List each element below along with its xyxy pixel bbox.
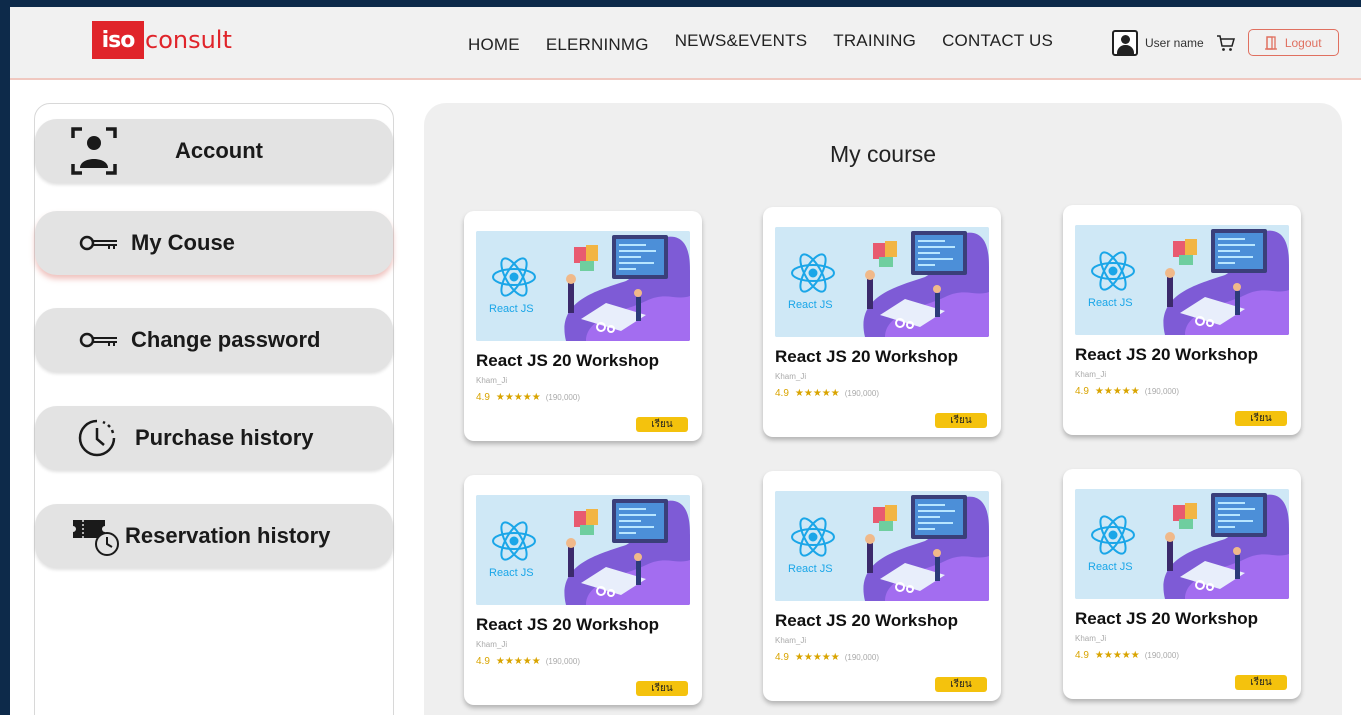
logo-text: consult <box>145 26 232 54</box>
rating-count: (190,000) <box>844 653 879 662</box>
rating-value: 4.9 <box>476 392 490 403</box>
course-title: React JS 20 Workshop <box>1075 345 1258 364</box>
course-author: Kham_Ji <box>476 640 508 649</box>
top-header: iso consult HOME ELERNINMG NEWS&EVENTS T… <box>10 7 1361 80</box>
course-rating: 4.9 ★★★★★ (190,000) <box>775 388 879 399</box>
course-title: React JS 20 Workshop <box>1075 609 1258 628</box>
key-icon <box>79 332 117 348</box>
rating-stars: ★★★★★ <box>1094 386 1140 397</box>
course-author: Kham_Ji <box>775 636 807 645</box>
ticket-clock-icon <box>71 520 119 556</box>
sidebar-item-my-course[interactable]: My Couse <box>35 211 393 275</box>
rating-stars: ★★★★★ <box>794 388 840 399</box>
rating-stars: ★★★★★ <box>794 652 840 663</box>
clock-icon <box>78 419 116 457</box>
nav-elearning[interactable]: ELERNINMG <box>546 35 649 55</box>
rating-count: (190,000) <box>545 657 580 666</box>
course-card[interactable]: React JS React JS 20 Workshop Kham_Ji 4.… <box>1063 469 1301 699</box>
account-sidebar: Account My Couse Change password Purchas… <box>34 103 394 715</box>
course-author: Kham_Ji <box>1075 634 1107 643</box>
course-author: Kham_Ji <box>476 376 508 385</box>
logout-label: Logout <box>1284 35 1322 50</box>
course-thumbnail: React JS <box>476 231 690 341</box>
sidebar-item-label: My Couse <box>131 230 235 255</box>
iso-consult-logo[interactable]: iso consult <box>92 21 232 59</box>
thumb-label: React JS <box>788 299 833 311</box>
my-course-panel: My course React JS React JS 20 Workshop … <box>424 103 1342 715</box>
main-nav: HOME ELERNINMG NEWS&EVENTS TRAINING CONT… <box>468 31 1079 55</box>
account-icon <box>71 127 117 175</box>
course-card[interactable]: React JS React JS 20 Workshop Kham_Ji 4.… <box>464 475 702 705</box>
rating-count: (190,000) <box>545 393 580 402</box>
rating-stars: ★★★★★ <box>495 656 541 667</box>
thumb-label: React JS <box>788 563 833 575</box>
sidebar-item-reservation-history[interactable]: Reservation history <box>35 504 393 568</box>
sidebar-item-label: Reservation history <box>125 523 331 548</box>
course-thumbnail: React JS <box>775 227 989 337</box>
sidebar-item-label: Change password <box>131 327 321 352</box>
study-button[interactable]: เรียน <box>636 417 688 432</box>
study-button[interactable]: เรียน <box>935 677 987 692</box>
rating-value: 4.9 <box>775 652 789 663</box>
rating-stars: ★★★★★ <box>495 392 541 403</box>
rating-value: 4.9 <box>775 388 789 399</box>
study-button[interactable]: เรียน <box>1235 411 1287 426</box>
course-card[interactable]: React JS React JS 20 Workshop Kham_Ji 4.… <box>1063 205 1301 435</box>
rating-value: 4.9 <box>1075 386 1089 397</box>
study-button[interactable]: เรียน <box>1235 675 1287 690</box>
sidebar-item-change-password[interactable]: Change password <box>35 308 393 372</box>
sidebar-item-account[interactable]: Account <box>35 119 393 183</box>
rating-count: (190,000) <box>1144 651 1179 660</box>
course-card[interactable]: React JS React JS 20 Workshop Kham_Ji 4.… <box>763 207 1001 437</box>
sidebar-item-label: Purchase history <box>135 425 314 450</box>
course-thumbnail: React JS <box>1075 489 1289 599</box>
course-author: Kham_Ji <box>775 372 807 381</box>
nav-contact-us[interactable]: CONTACT US <box>942 31 1053 55</box>
logo-mark: iso <box>92 21 144 59</box>
rating-value: 4.9 <box>1075 650 1089 661</box>
user-area: User name Logout <box>1112 29 1339 56</box>
course-thumbnail: React JS <box>775 491 989 601</box>
rating-stars: ★★★★★ <box>1094 650 1140 661</box>
app-frame: iso consult HOME ELERNINMG NEWS&EVENTS T… <box>10 7 1361 715</box>
nav-home[interactable]: HOME <box>468 35 520 55</box>
course-title: React JS 20 Workshop <box>775 347 958 366</box>
thumb-label: React JS <box>489 303 534 315</box>
nav-news-events[interactable]: NEWS&EVENTS <box>675 31 808 55</box>
page-title: My course <box>829 141 937 167</box>
course-title: React JS 20 Workshop <box>476 351 659 370</box>
sidebar-item-label: Account <box>175 138 263 163</box>
study-button[interactable]: เรียน <box>935 413 987 428</box>
course-thumbnail: React JS <box>1075 225 1289 335</box>
key-icon <box>79 235 117 251</box>
course-title: React JS 20 Workshop <box>775 611 958 630</box>
user-name[interactable]: User name <box>1145 36 1204 50</box>
thumb-label: React JS <box>1088 297 1133 309</box>
course-title: React JS 20 Workshop <box>476 615 659 634</box>
user-avatar-icon[interactable] <box>1112 29 1138 56</box>
course-card[interactable]: React JS React JS 20 Workshop Kham_Ji 4.… <box>464 211 702 441</box>
thumb-label: React JS <box>489 567 534 579</box>
course-rating: 4.9 ★★★★★ (190,000) <box>476 656 580 667</box>
rating-count: (190,000) <box>1144 387 1179 396</box>
course-card[interactable]: React JS React JS 20 Workshop Kham_Ji 4.… <box>763 471 1001 701</box>
rating-count: (190,000) <box>844 389 879 398</box>
course-rating: 4.9 ★★★★★ (190,000) <box>1075 650 1179 661</box>
logout-button[interactable]: Logout <box>1247 29 1339 56</box>
nav-training[interactable]: TRAINING <box>833 31 916 55</box>
rating-value: 4.9 <box>476 656 490 667</box>
door-icon <box>1264 35 1277 50</box>
thumb-label: React JS <box>1088 561 1133 573</box>
sidebar-item-purchase-history[interactable]: Purchase history <box>35 406 393 470</box>
course-thumbnail: React JS <box>476 495 690 605</box>
course-author: Kham_Ji <box>1075 370 1107 379</box>
course-rating: 4.9 ★★★★★ (190,000) <box>775 652 879 663</box>
study-button[interactable]: เรียน <box>636 681 688 696</box>
course-rating: 4.9 ★★★★★ (190,000) <box>476 392 580 403</box>
cart-icon[interactable] <box>1216 34 1236 52</box>
course-rating: 4.9 ★★★★★ (190,000) <box>1075 386 1179 397</box>
